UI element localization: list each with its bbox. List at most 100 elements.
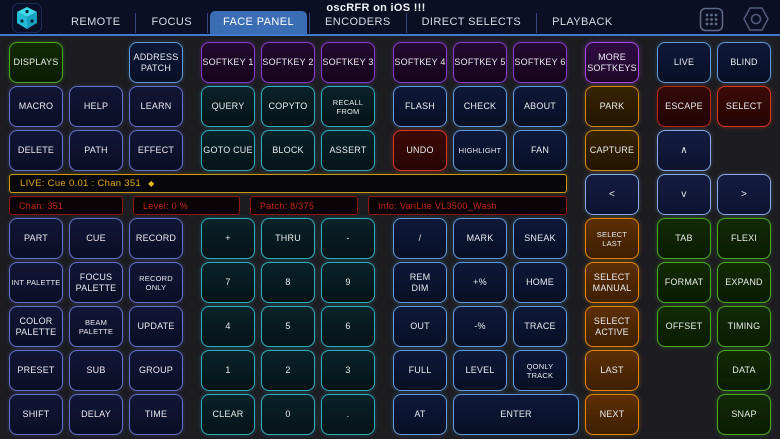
thru-button[interactable]: THRU [261,218,315,259]
digit-5-button[interactable]: 5 [261,306,315,347]
tab-playback[interactable]: PLAYBACK [539,11,625,34]
home-button[interactable]: HOME [513,262,567,303]
query-button[interactable]: QUERY [201,86,255,127]
tab-face-panel[interactable]: FACE PANEL [210,11,307,34]
tab-button[interactable]: TAB [657,218,711,259]
digit-8-button[interactable]: 8 [261,262,315,303]
displays-button[interactable]: DISPLAYS [9,42,63,83]
digit-2-button[interactable]: 2 [261,350,315,391]
beam-palette-button[interactable]: BEAM PALETTE [69,306,123,347]
effect-button[interactable]: EFFECT [129,130,183,171]
last-button[interactable]: LAST [585,350,639,391]
digit-0-button[interactable]: 0 [261,394,315,435]
check-button[interactable]: CHECK [453,86,507,127]
level-button[interactable]: LEVEL [453,350,507,391]
copyto-button[interactable]: COPYTO [261,86,315,127]
time-button[interactable]: TIME [129,394,183,435]
learn-button[interactable]: LEARN [129,86,183,127]
softkey-4-button[interactable]: SOFTKEY 4 [393,42,447,83]
hexagon-icon[interactable] [742,6,770,32]
macro-button[interactable]: MACRO [9,86,63,127]
fan-button[interactable]: FAN [513,130,567,171]
cue-button[interactable]: CUE [69,218,123,259]
nav-right-button[interactable]: > [717,174,771,215]
escape-button[interactable]: ESCAPE [657,86,711,127]
tab-direct-selects[interactable]: DIRECT SELECTS [409,11,535,34]
tab-remote[interactable]: REMOTE [58,11,133,34]
clear-button[interactable]: CLEAR [201,394,255,435]
undo-button[interactable]: UNDO [393,130,447,171]
digit-9-button[interactable]: 9 [321,262,375,303]
select-active-button[interactable]: SELECT ACTIVE [585,306,639,347]
rem-dim-button[interactable]: REM DIM [393,262,447,303]
minus-percent-button[interactable]: -% [453,306,507,347]
assert-button[interactable]: ASSERT [321,130,375,171]
capture-button[interactable]: CAPTURE [585,130,639,171]
digit-7-button[interactable]: 7 [201,262,255,303]
softkey-5-button[interactable]: SOFTKEY 5 [453,42,507,83]
tab-focus[interactable]: FOCUS [138,11,205,34]
minus-button[interactable]: - [321,218,375,259]
flexi-button[interactable]: FLEXI [717,218,771,259]
shift-button[interactable]: SHIFT [9,394,63,435]
enter-button[interactable]: ENTER [453,394,579,435]
address-patch-button[interactable]: ADDRESS PATCH [129,42,183,83]
sub-button[interactable]: SUB [69,350,123,391]
softkey-2-button[interactable]: SOFTKEY 2 [261,42,315,83]
sneak-button[interactable]: SNEAK [513,218,567,259]
digit-6-button[interactable]: 6 [321,306,375,347]
digit-1-button[interactable]: 1 [201,350,255,391]
trace-button[interactable]: TRACE [513,306,567,347]
group-button[interactable]: GROUP [129,350,183,391]
digit-3-button[interactable]: 3 [321,350,375,391]
slash-button[interactable]: / [393,218,447,259]
nav-left-button[interactable]: < [585,174,639,215]
record-button[interactable]: RECORD [129,218,183,259]
softkey-3-button[interactable]: SOFTKEY 3 [321,42,375,83]
softkey-6-button[interactable]: SOFTKEY 6 [513,42,567,83]
preset-button[interactable]: PRESET [9,350,63,391]
digit-4-button[interactable]: 4 [201,306,255,347]
block-button[interactable]: BLOCK [261,130,315,171]
nav-down-button[interactable]: v [657,174,711,215]
recall-from-button[interactable]: RECALL FROM [321,86,375,127]
format-button[interactable]: FORMAT [657,262,711,303]
update-button[interactable]: UPDATE [129,306,183,347]
grid-icon[interactable] [699,7,724,32]
live-button[interactable]: LIVE [657,42,711,83]
select-last-button[interactable]: SELECT LAST [585,218,639,259]
flash-button[interactable]: FLASH [393,86,447,127]
snap-button[interactable]: SNAP [717,394,771,435]
full-button[interactable]: FULL [393,350,447,391]
expand-button[interactable]: EXPAND [717,262,771,303]
select-button[interactable]: SELECT [717,86,771,127]
delay-button[interactable]: DELAY [69,394,123,435]
blind-button[interactable]: BLIND [717,42,771,83]
qonly-track-button[interactable]: QONLY TRACK [513,350,567,391]
dot-button[interactable]: . [321,394,375,435]
highlight-button[interactable]: HIGHLIGHT [453,130,507,171]
data-button[interactable]: DATA [717,350,771,391]
next-button[interactable]: NEXT [585,394,639,435]
at-button[interactable]: AT [393,394,447,435]
select-manual-button[interactable]: SELECT MANUAL [585,262,639,303]
park-button[interactable]: PARK [585,86,639,127]
help-button[interactable]: HELP [69,86,123,127]
offset-button[interactable]: OFFSET [657,306,711,347]
delete-button[interactable]: DELETE [9,130,63,171]
plus-button[interactable]: + [201,218,255,259]
out-button[interactable]: OUT [393,306,447,347]
int-palette-button[interactable]: INT PALETTE [9,262,63,303]
focus-palette-button[interactable]: FOCUS PALETTE [69,262,123,303]
part-button[interactable]: PART [9,218,63,259]
plus-percent-button[interactable]: +% [453,262,507,303]
softkey-1-button[interactable]: SOFTKEY 1 [201,42,255,83]
goto-cue-button[interactable]: GOTO CUE [201,130,255,171]
mark-button[interactable]: MARK [453,218,507,259]
record-only-button[interactable]: RECORD ONLY [129,262,183,303]
more-softkeys-button[interactable]: MORE SOFTKEYS [585,42,639,83]
tab-encoders[interactable]: ENCODERS [312,11,404,34]
path-button[interactable]: PATH [69,130,123,171]
nav-up-button[interactable]: ∧ [657,130,711,171]
about-button[interactable]: ABOUT [513,86,567,127]
